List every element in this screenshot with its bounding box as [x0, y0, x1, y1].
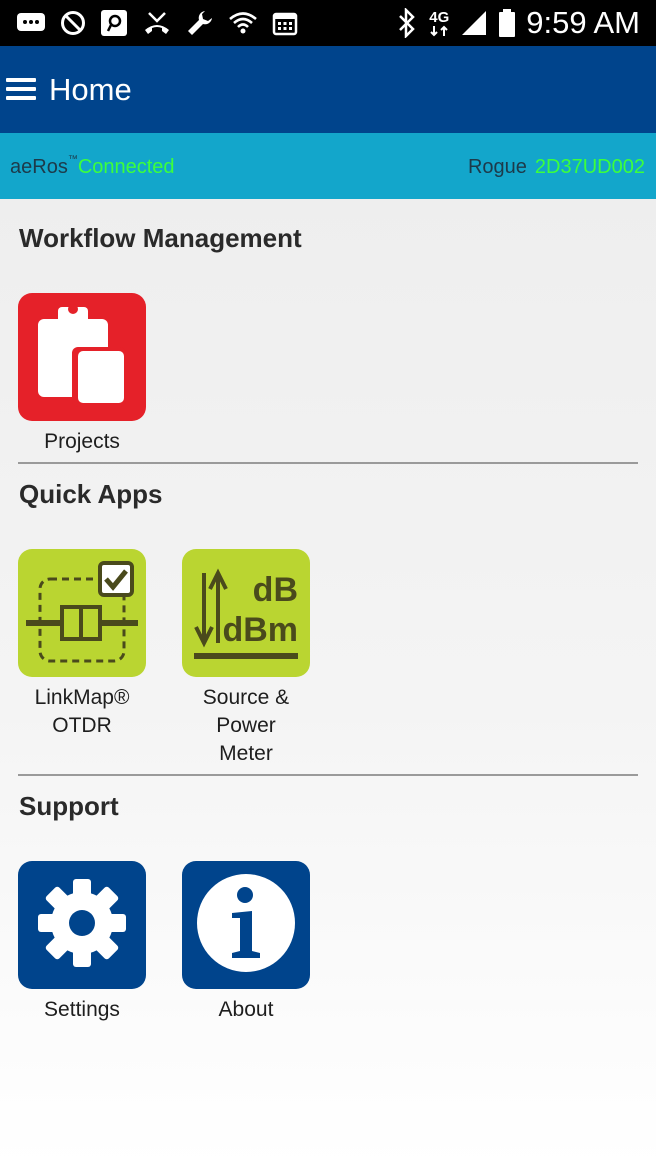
app-bar: Home — [0, 46, 656, 133]
icon-text-db: dB — [253, 571, 298, 609]
about-tile[interactable]: About — [182, 861, 310, 1024]
divider — [18, 774, 638, 776]
bluetooth-icon — [399, 8, 416, 38]
tile-label: Settings — [44, 998, 120, 1021]
device-serial: 2D37UD002 — [534, 156, 645, 178]
section-title-workflow: Workflow Management — [19, 223, 302, 253]
db-dbm-icon[interactable]: dB dBm — [182, 549, 310, 677]
messages-icon — [17, 13, 45, 31]
calendar-icon — [272, 12, 298, 36]
tile-label: Projects — [44, 430, 120, 453]
network-label: 4G — [429, 8, 450, 26]
device-label: Rogue — [467, 156, 527, 178]
network-4g-icon: 4G — [428, 10, 450, 37]
wifi-icon — [229, 12, 257, 34]
tile-label: About — [218, 998, 274, 1021]
missed-call-icon — [145, 12, 169, 34]
status-text: Connected — [77, 156, 175, 178]
connection-status: aeRos™Connected — [10, 154, 175, 179]
icon-text-dbm: dBm — [222, 611, 298, 649]
divider — [18, 462, 638, 464]
section-title-quick-apps: Quick Apps — [19, 479, 163, 509]
linkmap-otdr-icon[interactable] — [18, 549, 146, 677]
signal-icon — [462, 11, 487, 35]
tile-label: LinkMap® OTDR — [34, 686, 130, 737]
clipboard-icon[interactable] — [18, 293, 146, 421]
linkmap-otdr-tile[interactable]: LinkMap® OTDR — [18, 549, 146, 740]
connection-bar: aeRos™Connected Rogue 2D37UD002 — [0, 133, 656, 199]
tile-label: Source & Power Meter — [202, 686, 290, 765]
source-power-meter-tile[interactable]: dB dBm Source & Power Meter — [182, 549, 310, 768]
clock: 9:59 AM — [526, 5, 640, 40]
hamburger-menu-icon[interactable] — [6, 78, 36, 102]
projects-tile[interactable]: Projects — [18, 293, 146, 456]
wrench-icon — [188, 11, 212, 35]
do-not-disturb-icon — [61, 11, 85, 35]
info-icon[interactable] — [182, 861, 310, 989]
section-title-support: Support — [19, 791, 119, 821]
battery-icon — [499, 9, 516, 37]
device-info: Rogue 2D37UD002 — [468, 156, 645, 179]
status-bar: 4G 9:59 AM — [0, 0, 656, 46]
app-notification-icon — [101, 10, 127, 36]
app-name: aeRos — [10, 156, 68, 178]
settings-tile[interactable]: Settings — [18, 861, 146, 1024]
trademark: ™ — [67, 154, 78, 165]
gear-icon[interactable] — [18, 861, 146, 989]
page-title: Home — [49, 72, 132, 107]
